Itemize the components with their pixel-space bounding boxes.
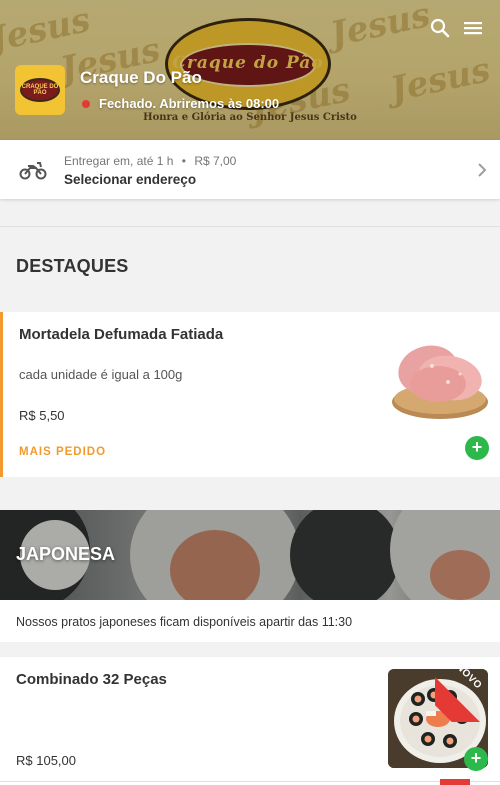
category-note-bar: Nossos pratos japoneses ficam disponívei… [0,600,500,642]
delivery-info: Entregar em, até 1 h • R$ 7,00 [64,154,236,168]
product-image[interactable] [388,326,490,424]
menu-icon[interactable] [461,16,485,40]
store-name: Craque Do Pão [80,68,202,87]
next-product-card[interactable] [0,781,500,785]
delivery-address-selector[interactable]: Entregar em, até 1 h • R$ 7,00 Seleciona… [0,140,500,199]
select-address-link[interactable]: Selecionar endereço [64,172,196,187]
motorcycle-icon [19,162,47,180]
delivery-time: até 1 h [136,154,174,168]
new-ribbon: NOVO [435,657,500,722]
category-banner: JAPONESA [0,510,500,600]
delivery-separator: • [181,154,186,168]
product-description: cada unidade é igual a 100g [19,367,183,382]
product-card[interactable]: Mortadela Defumada Fatiada cada unidade … [0,312,500,477]
product-name: Mortadela Defumada Fatiada [19,326,224,343]
delivery-fee: R$ 7,00 [194,154,237,168]
store-status-text: Fechado. Abriremos às 08:00 [99,96,280,111]
store-header: Jesus Jesus Jesus Jesus Jesus Craque do … [0,0,500,140]
chevron-right-icon[interactable] [476,162,488,178]
product-name: Combinado 32 Peças [16,671,167,688]
new-ribbon [440,779,470,785]
add-to-cart-button[interactable]: + [464,747,488,771]
store-status: Fechado. Abriremos às 08:00 [80,96,279,111]
status-dot-icon [82,99,90,108]
section-title-highlights: DESTAQUES [16,256,129,276]
category-note: Nossos pratos japoneses ficam disponívei… [16,615,353,629]
product-card[interactable]: Combinado 32 Peças R$ 105,00 + [0,657,500,781]
new-badge-text: NOVO [453,661,484,692]
product-badge: MAIS PEDIDO [19,446,107,458]
category-title: JAPONESA [16,544,116,564]
search-icon[interactable] [428,16,452,40]
product-price: R$ 105,00 [16,753,76,768]
store-logo: CRAQUE DO PÃO [15,65,65,115]
add-to-cart-button[interactable]: + [465,436,489,460]
product-price: R$ 5,50 [19,408,65,423]
divider [0,226,500,227]
delivery-label: Entregar em, [64,154,134,168]
